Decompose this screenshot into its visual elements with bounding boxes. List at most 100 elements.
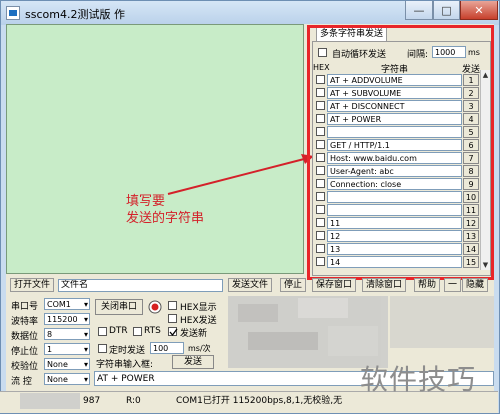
checkmark-icon — [169, 328, 178, 337]
stop-button[interactable]: 停止 — [280, 278, 307, 292]
row-hex-checkbox[interactable] — [316, 140, 325, 149]
port-label: 串口号 — [11, 302, 39, 312]
data-bits-select[interactable]: 8 — [44, 328, 90, 340]
col-hex-header: HEX — [313, 63, 330, 72]
row-send-button[interactable]: 9 — [463, 178, 479, 190]
file-name-field[interactable]: 文件名 — [58, 279, 223, 292]
baud-select[interactable]: 115200 — [44, 313, 90, 325]
watermark-text: 软件技巧 — [360, 363, 477, 396]
row-send-button[interactable]: 14 — [463, 243, 479, 255]
row-hex-checkbox[interactable] — [316, 231, 325, 240]
window-title: sscom4.2测试版 作 — [25, 8, 125, 21]
row-string-input[interactable] — [327, 126, 462, 138]
interval-label: 间隔: — [407, 50, 429, 60]
app-icon — [6, 6, 20, 20]
annotation-line-1: 填写要 — [126, 194, 166, 209]
flow-select[interactable]: None — [44, 373, 90, 385]
row-string-input[interactable]: AT + SUBVOLUME — [327, 87, 462, 99]
row-hex-checkbox[interactable] — [316, 166, 325, 175]
row-hex-checkbox[interactable] — [316, 153, 325, 162]
hex-send-label: HEX发送 — [180, 316, 217, 326]
row-hex-checkbox[interactable] — [316, 101, 325, 110]
row-hex-checkbox[interactable] — [316, 75, 325, 84]
tab-multi-send[interactable]: 多条字符串发送 — [316, 27, 388, 41]
row-hex-checkbox[interactable] — [316, 257, 325, 266]
row-send-button[interactable]: 10 — [463, 191, 479, 203]
row-hex-checkbox[interactable] — [316, 114, 325, 123]
row-send-button[interactable]: 15 — [463, 256, 479, 268]
row-hex-checkbox[interactable] — [316, 205, 325, 214]
dtr-checkbox[interactable] — [98, 327, 107, 336]
row-send-button[interactable]: 1 — [463, 74, 479, 86]
send-file-button[interactable]: 发送文件 — [228, 278, 273, 292]
clear-window-button[interactable]: 清除窗口 — [362, 278, 407, 292]
row-hex-checkbox[interactable] — [316, 218, 325, 227]
row-string-input[interactable]: Host: www.baidu.com — [327, 152, 462, 164]
send-newline-label: 发送新 — [180, 329, 208, 339]
row-string-input[interactable]: Connection: close — [327, 178, 462, 190]
row-string-input[interactable]: 11 — [327, 217, 462, 229]
row-string-input[interactable]: 12 — [327, 230, 462, 242]
rts-label: RTS — [144, 326, 161, 336]
send-button[interactable]: 发送 — [172, 355, 214, 369]
hide-button[interactable]: 隐藏 — [462, 278, 489, 292]
timed-interval-input[interactable]: 100 — [150, 342, 184, 354]
row-hex-checkbox[interactable] — [316, 127, 325, 136]
row-string-input[interactable] — [327, 191, 462, 203]
port-status-text: COM1已打开 115200bps,8,1,无校验,无 — [176, 396, 343, 406]
row-send-button[interactable]: 2 — [463, 87, 479, 99]
auto-loop-label: 自动循环发送 — [332, 50, 387, 60]
annotation-arrow — [167, 154, 314, 195]
row-string-input[interactable]: AT + POWER — [327, 113, 462, 125]
rts-checkbox[interactable] — [133, 327, 142, 336]
row-send-button[interactable]: 4 — [463, 113, 479, 125]
scroll-down-icon[interactable]: ▼ — [481, 260, 490, 270]
row-send-button[interactable]: 7 — [463, 152, 479, 164]
row-hex-checkbox[interactable] — [316, 179, 325, 188]
parity-select[interactable]: None — [44, 358, 90, 370]
port-select[interactable]: COM1 — [44, 298, 90, 310]
close-button[interactable]: ✕ — [460, 1, 498, 20]
help-button[interactable]: 帮助 — [414, 278, 441, 292]
hex-send-checkbox[interactable] — [168, 314, 177, 323]
rows-scrollbar[interactable]: ▲ ▼ — [480, 70, 490, 270]
parity-label: 校验位 — [11, 362, 39, 372]
row-send-button[interactable]: 11 — [463, 204, 479, 216]
row-string-input[interactable] — [327, 204, 462, 216]
row-send-button[interactable]: 8 — [463, 165, 479, 177]
baud-label: 波特率 — [11, 317, 39, 327]
row-hex-checkbox[interactable] — [316, 88, 325, 97]
open-file-button[interactable]: 打开文件 — [10, 278, 55, 292]
row-send-button[interactable]: 6 — [463, 139, 479, 151]
scroll-up-icon[interactable]: ▲ — [481, 70, 490, 80]
receive-area[interactable] — [6, 24, 304, 274]
row-string-input[interactable]: 13 — [327, 243, 462, 255]
timed-send-checkbox[interactable] — [98, 344, 107, 353]
row-send-button[interactable]: 5 — [463, 126, 479, 138]
save-window-button[interactable]: 保存窗口 — [312, 278, 357, 292]
hex-display-label: HEX显示 — [180, 303, 217, 313]
row-string-input[interactable]: 14 — [327, 256, 462, 268]
row-hex-checkbox[interactable] — [316, 244, 325, 253]
stop-bits-label: 停止位 — [11, 347, 39, 357]
minimize-button[interactable]: — — [405, 1, 433, 20]
dash-button[interactable]: 一 — [444, 278, 462, 292]
row-string-input[interactable]: AT + DISCONNECT — [327, 100, 462, 112]
interval-unit: ms — [468, 48, 480, 57]
auto-loop-checkbox[interactable] — [318, 48, 327, 57]
interval-input[interactable]: 1000 — [432, 46, 466, 58]
send-newline-checkbox[interactable] — [168, 327, 178, 337]
hex-display-checkbox[interactable] — [168, 301, 177, 310]
row-send-button[interactable]: 13 — [463, 230, 479, 242]
close-port-button[interactable]: 关闭串口 — [95, 299, 143, 315]
row-hex-checkbox[interactable] — [316, 192, 325, 201]
row-string-input[interactable]: GET / HTTP/1.1 — [327, 139, 462, 151]
title-bar[interactable]: sscom4.2测试版 作 — □ ✕ — [1, 1, 499, 25]
timed-unit: ms/次 — [188, 344, 211, 353]
row-string-input[interactable]: AT + ADDVOLUME — [327, 74, 462, 86]
row-send-button[interactable]: 12 — [463, 217, 479, 229]
stop-bits-select[interactable]: 1 — [44, 343, 90, 355]
row-string-input[interactable]: User-Agent: abc — [327, 165, 462, 177]
maximize-button[interactable]: □ — [433, 1, 460, 20]
row-send-button[interactable]: 3 — [463, 100, 479, 112]
